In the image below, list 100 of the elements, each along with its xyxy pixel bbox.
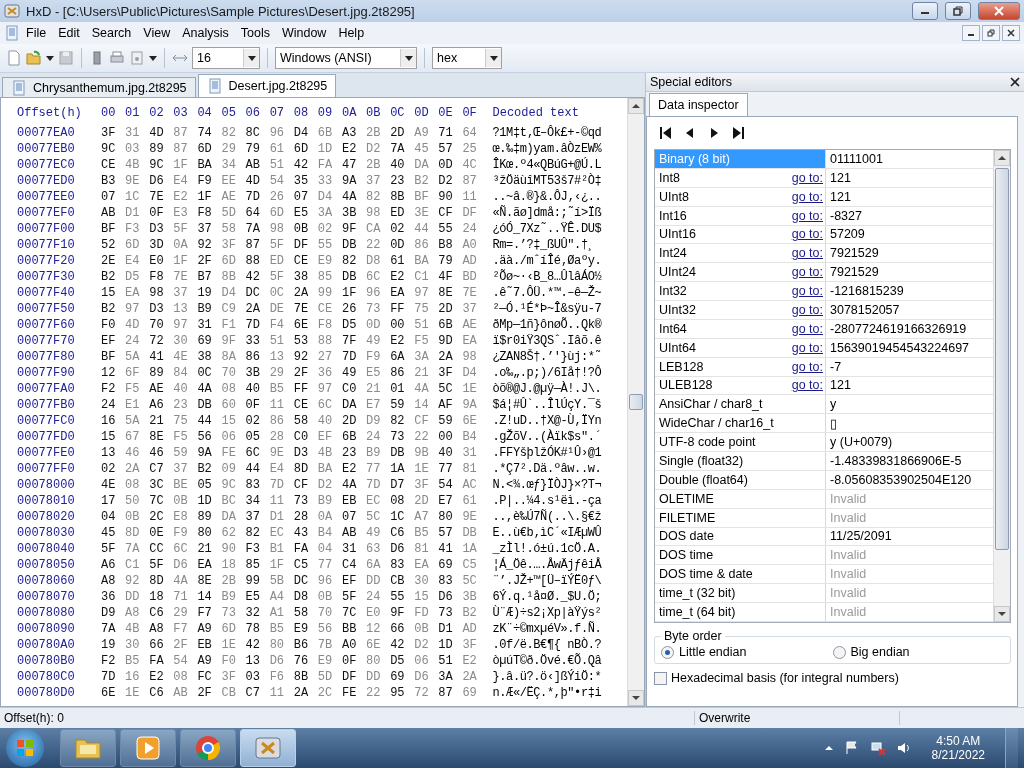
- go-to-link[interactable]: go to:: [791, 378, 823, 393]
- hex-byte: 40: [245, 382, 261, 396]
- hex-byte: 37: [197, 222, 213, 236]
- hex-byte: BB: [341, 622, 358, 636]
- menu-item[interactable]: Search: [85, 24, 138, 42]
- hex-byte: E2: [341, 462, 358, 476]
- field-name: UInt8: [659, 189, 690, 204]
- field-value: 121: [829, 377, 852, 395]
- hex-byte: A8: [101, 574, 117, 588]
- hex-byte: B2: [462, 606, 478, 620]
- hex-byte: 42: [390, 638, 406, 652]
- hex-byte: 49: [341, 366, 358, 380]
- checkbox[interactable]: [654, 671, 667, 685]
- hex-byte: 4D: [149, 126, 165, 140]
- file-tab[interactable]: Desert.jpg.2t8295: [197, 74, 337, 97]
- hex-byte: 22: [366, 686, 382, 700]
- hex-byte: EA: [390, 286, 406, 300]
- field-value: Invalid: [829, 585, 868, 602]
- hex-byte: D6: [414, 670, 430, 684]
- hex-byte: FA: [317, 158, 334, 172]
- menu-item[interactable]: Tools: [234, 24, 276, 42]
- scroll-thumb[interactable]: [995, 168, 1009, 550]
- hex-byte: 6D: [221, 622, 237, 636]
- minimize-button[interactable]: [962, 25, 980, 41]
- hex-byte: 36: [101, 590, 117, 604]
- start-button[interactable]: [6, 729, 44, 767]
- hex-byte: 0E: [149, 526, 165, 540]
- hex-byte: C0: [293, 430, 310, 444]
- hex-byte: 9C: [149, 158, 165, 172]
- hex-byte: 47: [341, 158, 358, 172]
- panel-tab[interactable]: Data inspector: [649, 93, 748, 116]
- menu-item[interactable]: View: [137, 24, 177, 42]
- taskbar-app[interactable]: [180, 729, 236, 767]
- file-tab[interactable]: Chrysanthemum.jpg.2t8295: [2, 77, 196, 97]
- hex-byte: D3: [293, 446, 310, 460]
- menu-item[interactable]: Window: [275, 24, 333, 42]
- close-button[interactable]: [1002, 25, 1020, 41]
- go-to-link[interactable]: go to:: [791, 189, 823, 204]
- hex-byte: E2: [390, 270, 406, 284]
- hex-byte: 2A: [462, 670, 478, 684]
- go-to-link[interactable]: go to:: [791, 340, 823, 355]
- first-button[interactable]: [658, 125, 674, 141]
- hex-byte: 0B: [414, 622, 430, 636]
- go-to-link[interactable]: go to:: [791, 265, 823, 280]
- hex-byte: 40: [317, 414, 334, 428]
- minimize-button[interactable]: [912, 2, 938, 20]
- last-button[interactable]: [730, 125, 746, 141]
- go-to-link[interactable]: go to:: [791, 170, 823, 185]
- hex-byte: 36: [317, 366, 334, 380]
- vertical-scrollbar[interactable]: [993, 150, 1010, 622]
- go-to-link[interactable]: go to:: [791, 246, 823, 261]
- taskbar-app[interactable]: [60, 729, 116, 767]
- hex-byte: 15: [101, 286, 117, 300]
- radio-option[interactable]: Big endian: [832, 645, 1004, 659]
- menu-item[interactable]: File: [20, 24, 53, 42]
- hex-byte: 73: [438, 606, 454, 620]
- menu-item[interactable]: Analysis: [176, 24, 235, 42]
- decoded-text: òµúT©ð.Övé.€Õ.Qâ: [492, 654, 602, 668]
- vertical-scrollbar[interactable]: [627, 98, 644, 706]
- hex-byte: 8C: [245, 126, 261, 140]
- field-value: -1.48339831866906E-5: [829, 452, 963, 470]
- restore-button[interactable]: [982, 25, 1000, 41]
- go-to-link[interactable]: go to:: [791, 359, 823, 374]
- hex-byte: E2: [390, 334, 406, 348]
- hex-byte: A9: [414, 126, 430, 140]
- menu-item[interactable]: Help: [332, 24, 371, 42]
- offset-base-dropdown[interactable]: hex: [432, 47, 502, 69]
- hex-byte: 01: [390, 382, 406, 396]
- scroll-thumb[interactable]: [629, 394, 643, 410]
- go-to-link[interactable]: go to:: [791, 321, 823, 336]
- go-to-link[interactable]: go to:: [791, 284, 823, 299]
- taskbar-app[interactable]: [120, 729, 176, 767]
- hex-byte: B1: [269, 542, 286, 556]
- hex-byte: E5: [293, 206, 310, 220]
- field-value: 121: [829, 188, 852, 206]
- hex-byte: D2: [317, 478, 334, 492]
- decoded-text: ²Õø~·‹B_8…ÛlâÁO½: [492, 270, 602, 284]
- clock[interactable]: 4:50 AM 8/21/2022: [931, 734, 985, 762]
- hex-byte: 34: [245, 494, 261, 508]
- hex-byte: F7: [173, 622, 189, 636]
- go-to-link[interactable]: go to:: [791, 227, 823, 242]
- hex-byte: 54: [173, 654, 189, 668]
- bytes-per-row-dropdown[interactable]: 16: [192, 47, 260, 69]
- decoded-text: $á¦#Û`..ÎlÚçY.¯š: [492, 398, 602, 412]
- show-desktop-button[interactable]: [1005, 728, 1018, 768]
- menu-item[interactable]: Edit: [52, 24, 86, 42]
- restore-button[interactable]: [945, 2, 971, 20]
- row-offset: 00078020: [17, 510, 76, 524]
- hex-byte: CE: [293, 254, 310, 268]
- radio-option[interactable]: Little endian: [661, 645, 833, 659]
- hex-byte: 1E: [462, 382, 478, 396]
- charset-dropdown[interactable]: Windows (ANSI): [275, 47, 417, 69]
- go-to-link[interactable]: go to:: [791, 208, 823, 223]
- field-value: Invalid: [829, 566, 868, 584]
- hex-byte: BF: [101, 350, 117, 364]
- hex-byte: F8: [149, 270, 165, 284]
- hex-byte: 21: [414, 366, 430, 380]
- go-to-link[interactable]: go to:: [791, 302, 823, 317]
- hex-byte: 9D: [438, 334, 454, 348]
- decoded-text: E..ù€b‚ìC´«IÆµWÛ: [492, 526, 602, 540]
